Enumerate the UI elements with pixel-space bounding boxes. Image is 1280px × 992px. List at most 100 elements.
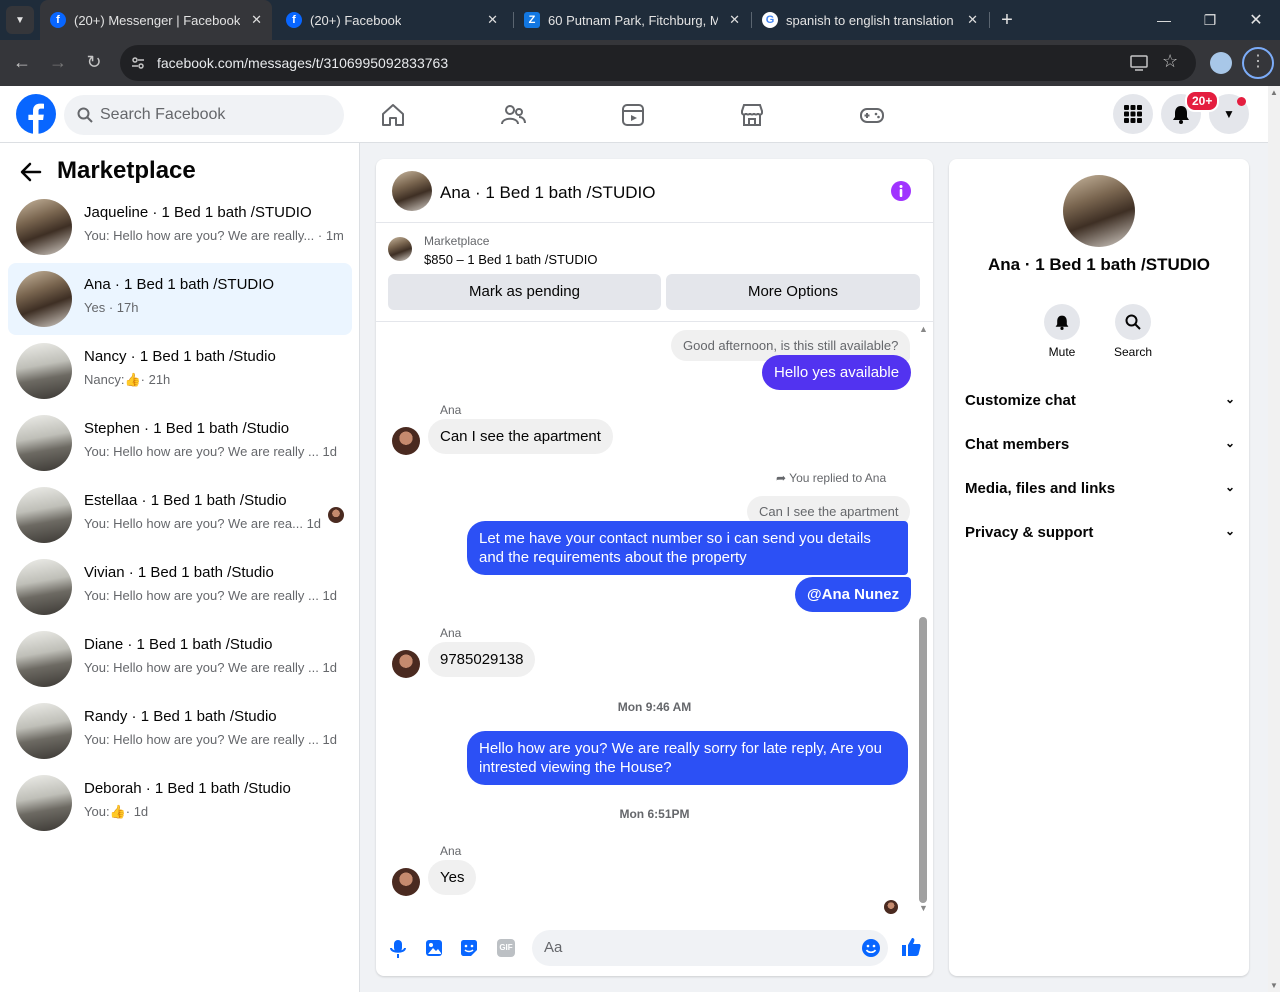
scroll-up-icon[interactable]: ▲ bbox=[1270, 88, 1278, 97]
message-bubble-outgoing[interactable]: Let me have your contact number so i can… bbox=[467, 521, 908, 575]
message-bubble-outgoing[interactable]: Hello how are you? We are really sorry f… bbox=[467, 731, 908, 785]
sender-avatar[interactable] bbox=[392, 650, 420, 678]
video-icon[interactable] bbox=[620, 102, 646, 128]
tab-title: (20+) Facebook bbox=[310, 12, 402, 28]
message-bubble-incoming[interactable]: Yes bbox=[428, 860, 477, 895]
window-close-button[interactable]: ✕ bbox=[1244, 0, 1268, 40]
scroll-down-icon[interactable]: ▼ bbox=[919, 903, 929, 913]
listing-thumbnail bbox=[16, 271, 72, 327]
zillow-favicon-icon: Z bbox=[524, 12, 540, 28]
scroll-down-icon[interactable]: ▼ bbox=[1270, 981, 1278, 990]
back-arrow-icon[interactable]: ← bbox=[10, 52, 34, 73]
media-files-links-row[interactable]: Media, files and links ⌄ bbox=[965, 480, 1235, 497]
tab-facebook[interactable]: f (20+) Facebook ✕ bbox=[276, 0, 508, 40]
conversation-sidebar: Marketplace Jaqueline · 1 Bed 1 bath /ST… bbox=[0, 143, 360, 992]
marketplace-icon[interactable] bbox=[739, 102, 765, 128]
conversation-preview: You: Hello how are you? We are really ..… bbox=[84, 588, 337, 603]
reply-note: You replied to Ana bbox=[789, 471, 887, 485]
message-bubble-incoming[interactable]: Can I see the apartment bbox=[428, 419, 613, 454]
listing-title[interactable]: $850 – 1 Bed 1 bath /STUDIO bbox=[424, 252, 597, 267]
restore-button[interactable]: ❐ bbox=[1198, 0, 1222, 40]
thumbs-up-icon[interactable] bbox=[900, 936, 922, 958]
more-options-button[interactable]: More Options bbox=[666, 274, 920, 310]
install-app-icon[interactable] bbox=[1130, 55, 1148, 71]
conversation-preview: You: Hello how are you? We are rea... 1d bbox=[84, 516, 322, 531]
new-tab-button[interactable]: + bbox=[995, 0, 1019, 40]
minimize-button[interactable]: — bbox=[1152, 0, 1176, 40]
facebook-logo-icon[interactable] bbox=[16, 94, 56, 134]
message-input[interactable]: Aa bbox=[532, 930, 888, 966]
mark-as-pending-button[interactable]: Mark as pending bbox=[388, 274, 661, 310]
privacy-support-row[interactable]: Privacy & support ⌄ bbox=[965, 524, 1235, 541]
section-label: Privacy & support bbox=[965, 524, 1094, 541]
forward-arrow-icon[interactable]: → bbox=[46, 52, 70, 73]
conversation-item-selected[interactable]: Ana · 1 Bed 1 bath /STUDIO Yes · 17h bbox=[8, 263, 352, 335]
search-input[interactable]: Search Facebook bbox=[64, 95, 344, 135]
scroll-up-icon[interactable]: ▲ bbox=[919, 324, 929, 334]
tab-title: spanish to english translation - bbox=[786, 12, 956, 28]
listing-thumbnail bbox=[388, 237, 412, 261]
conversation-item[interactable]: Deborah · 1 Bed 1 bath /Studio You:👍· 1d bbox=[8, 767, 352, 839]
scrollbar-thumb[interactable] bbox=[919, 617, 927, 903]
microphone-icon[interactable] bbox=[390, 939, 406, 959]
mute-button[interactable] bbox=[1044, 304, 1080, 340]
customize-chat-row[interactable]: Customize chat ⌄ bbox=[965, 392, 1235, 409]
conversation-name: Deborah · 1 Bed 1 bath /Studio bbox=[84, 780, 291, 797]
image-icon[interactable] bbox=[425, 939, 443, 957]
tab-zillow[interactable]: Z 60 Putnam Park, Fitchburg, MA ✕ bbox=[514, 0, 750, 40]
address-bar[interactable]: facebook.com/messages/t/3106995092833763… bbox=[120, 45, 1196, 81]
listing-thumbnail bbox=[16, 703, 72, 759]
chevron-down-icon: ▼ bbox=[15, 14, 25, 26]
tab-messenger[interactable]: f (20+) Messenger | Facebook ✕ bbox=[40, 0, 272, 40]
grid-menu-icon bbox=[1124, 105, 1142, 123]
gif-icon[interactable]: GIF bbox=[497, 939, 515, 957]
conversation-item[interactable]: Nancy · 1 Bed 1 bath /Studio Nancy:👍· 21… bbox=[8, 335, 352, 407]
tab-search-button[interactable]: ▼ bbox=[6, 6, 34, 34]
message-bubble-incoming[interactable]: 9785029138 bbox=[428, 642, 536, 677]
sidebar-title: Marketplace bbox=[57, 157, 196, 184]
caret-down-icon: ▼ bbox=[1223, 107, 1235, 121]
sender-avatar[interactable] bbox=[392, 868, 420, 896]
tab-google[interactable]: G spanish to english translation - ✕ bbox=[752, 0, 988, 40]
thumbs-up-icon: 👍 bbox=[124, 372, 141, 387]
gaming-icon[interactable] bbox=[859, 102, 885, 128]
bookmark-star-icon[interactable]: ☆ bbox=[1162, 51, 1178, 72]
close-icon[interactable]: ✕ bbox=[729, 12, 740, 28]
back-arrow-icon[interactable] bbox=[20, 161, 42, 183]
close-icon[interactable]: ✕ bbox=[967, 12, 978, 28]
details-title: Ana · 1 Bed 1 bath /STUDIO bbox=[988, 255, 1210, 274]
search-label: Search bbox=[1113, 345, 1153, 359]
info-icon[interactable] bbox=[890, 180, 912, 202]
menu-button[interactable] bbox=[1113, 94, 1153, 134]
chat-members-row[interactable]: Chat members ⌄ bbox=[965, 436, 1235, 453]
friends-icon[interactable] bbox=[500, 102, 526, 128]
chat-title[interactable]: Ana · 1 Bed 1 bath /STUDIO bbox=[440, 183, 655, 203]
conversation-item[interactable]: Vivian · 1 Bed 1 bath /Studio You: Hello… bbox=[8, 551, 352, 623]
browser-menu-button[interactable]: ⋮ bbox=[1242, 47, 1274, 79]
message-bubble-outgoing[interactable]: Hello yes available bbox=[762, 355, 912, 390]
conversation-item[interactable]: Jaqueline · 1 Bed 1 bath /STUDIO You: He… bbox=[8, 191, 352, 263]
sticker-icon[interactable] bbox=[460, 939, 478, 957]
conversation-item[interactable]: Randy · 1 Bed 1 bath /Studio You: Hello … bbox=[8, 695, 352, 767]
emoji-icon[interactable] bbox=[861, 938, 881, 958]
site-settings-icon[interactable] bbox=[130, 55, 146, 71]
conversation-item[interactable]: Stephen · 1 Bed 1 bath /Studio You: Hell… bbox=[8, 407, 352, 479]
conversation-item[interactable]: Estellaa · 1 Bed 1 bath /Studio You: Hel… bbox=[8, 479, 352, 551]
sender-avatar[interactable] bbox=[392, 427, 420, 455]
page-scrollbar[interactable]: ▲ ▼ bbox=[1268, 86, 1280, 992]
search-in-conversation-button[interactable] bbox=[1115, 304, 1151, 340]
chat-avatar[interactable] bbox=[392, 171, 432, 211]
listing-thumbnail bbox=[16, 559, 72, 615]
close-icon[interactable]: ✕ bbox=[487, 12, 498, 28]
home-icon[interactable] bbox=[380, 102, 406, 128]
message-bubble-outgoing-mention[interactable]: @Ana Nunez bbox=[795, 577, 912, 612]
search-placeholder: Search Facebook bbox=[100, 106, 226, 123]
bell-icon bbox=[1055, 315, 1069, 330]
thumbs-up-icon: 👍 bbox=[109, 804, 126, 819]
profile-avatar[interactable] bbox=[1210, 52, 1232, 74]
conversation-name: Stephen · 1 Bed 1 bath /Studio bbox=[84, 420, 290, 437]
tab-title: 60 Putnam Park, Fitchburg, MA bbox=[548, 12, 718, 28]
reload-icon[interactable]: ↻ bbox=[82, 52, 106, 73]
conversation-item[interactable]: Diane · 1 Bed 1 bath /Studio You: Hello … bbox=[8, 623, 352, 695]
close-icon[interactable]: ✕ bbox=[251, 12, 262, 28]
